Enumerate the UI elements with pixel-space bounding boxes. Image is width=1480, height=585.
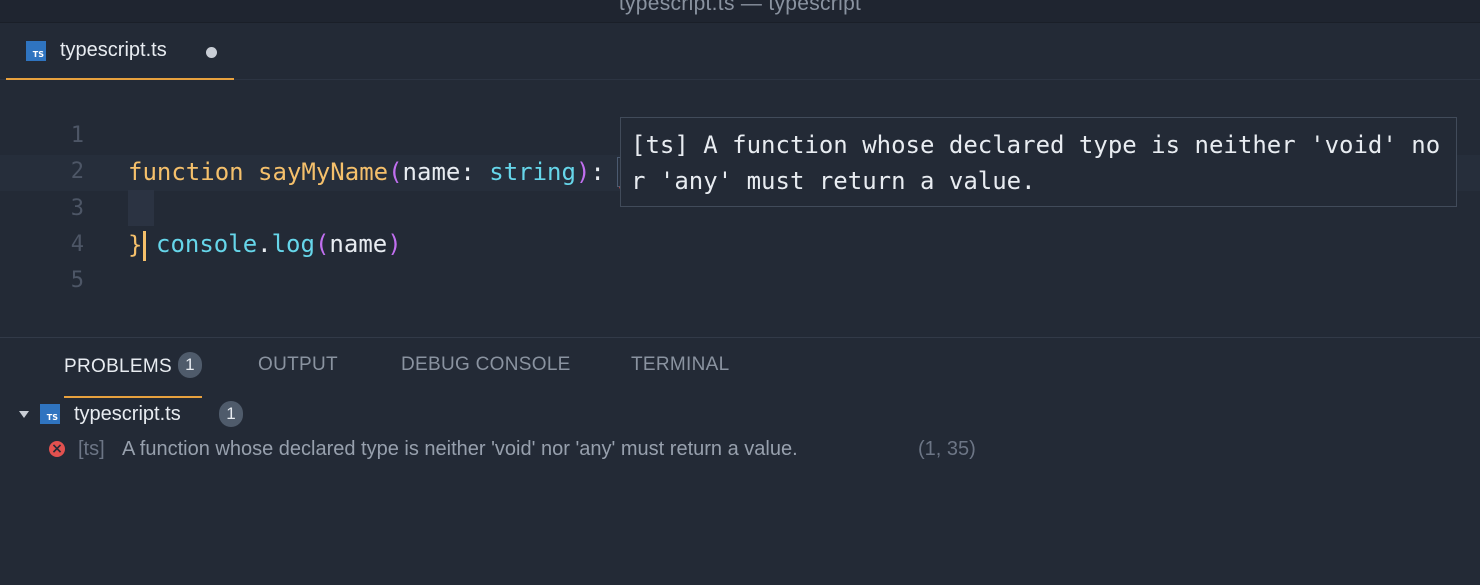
expand-chevron-icon[interactable] [19,410,29,418]
editor-tab-bar: TS typescript.ts [0,22,1480,80]
panel-tabs: PROBLEMS 1 OUTPUT DEBUG CONSOLE TERMINAL [0,338,1480,398]
error-icon: × [49,441,65,457]
bottom-panel: PROBLEMS 1 OUTPUT DEBUG CONSOLE TERMINAL … [0,337,1480,585]
tab-label: OUTPUT [258,354,338,375]
file-problem-count-badge: 1 [219,401,243,427]
problem-file-name: typescript.ts [74,402,181,425]
line-number: 5 [70,268,84,293]
unsaved-dot-icon[interactable] [206,47,217,58]
code-line-5[interactable]: 5 [0,227,1480,293]
problem-item[interactable]: × [ts] A function whose declared type is… [0,431,1480,467]
tab-debug-console[interactable]: DEBUG CONSOLE [401,354,571,398]
code-line-1[interactable]: 1 function sayMyName(name: string): stri… [0,82,1480,187]
problem-message: A function whose declared type is neithe… [122,437,798,460]
tab-label: typescript.ts [60,39,167,61]
error-hover-tooltip: [ts] A function whose declared type is n… [620,117,1457,207]
tab-label: TERMINAL [631,354,730,375]
ts-file-icon: TS [40,404,60,424]
tab-problems[interactable]: PROBLEMS 1 [64,352,202,398]
tab-label: PROBLEMS [64,356,172,378]
tab-terminal[interactable]: TERMINAL [631,354,729,398]
problem-source: [ts] [78,437,105,460]
ts-file-icon: TS [26,40,46,61]
problem-location: (1, 35) [918,437,976,460]
problem-file-row[interactable]: TS typescript.ts 1 [0,396,1480,432]
editor-tab-typescript[interactable]: TS typescript.ts [6,23,234,80]
window-title: typescript.ts — typescript [618,0,862,15]
problems-count-badge: 1 [178,352,202,378]
title-bar: typescript.ts — typescript [0,0,1480,22]
tab-label: DEBUG CONSOLE [401,354,571,375]
tab-output[interactable]: OUTPUT [258,354,338,398]
